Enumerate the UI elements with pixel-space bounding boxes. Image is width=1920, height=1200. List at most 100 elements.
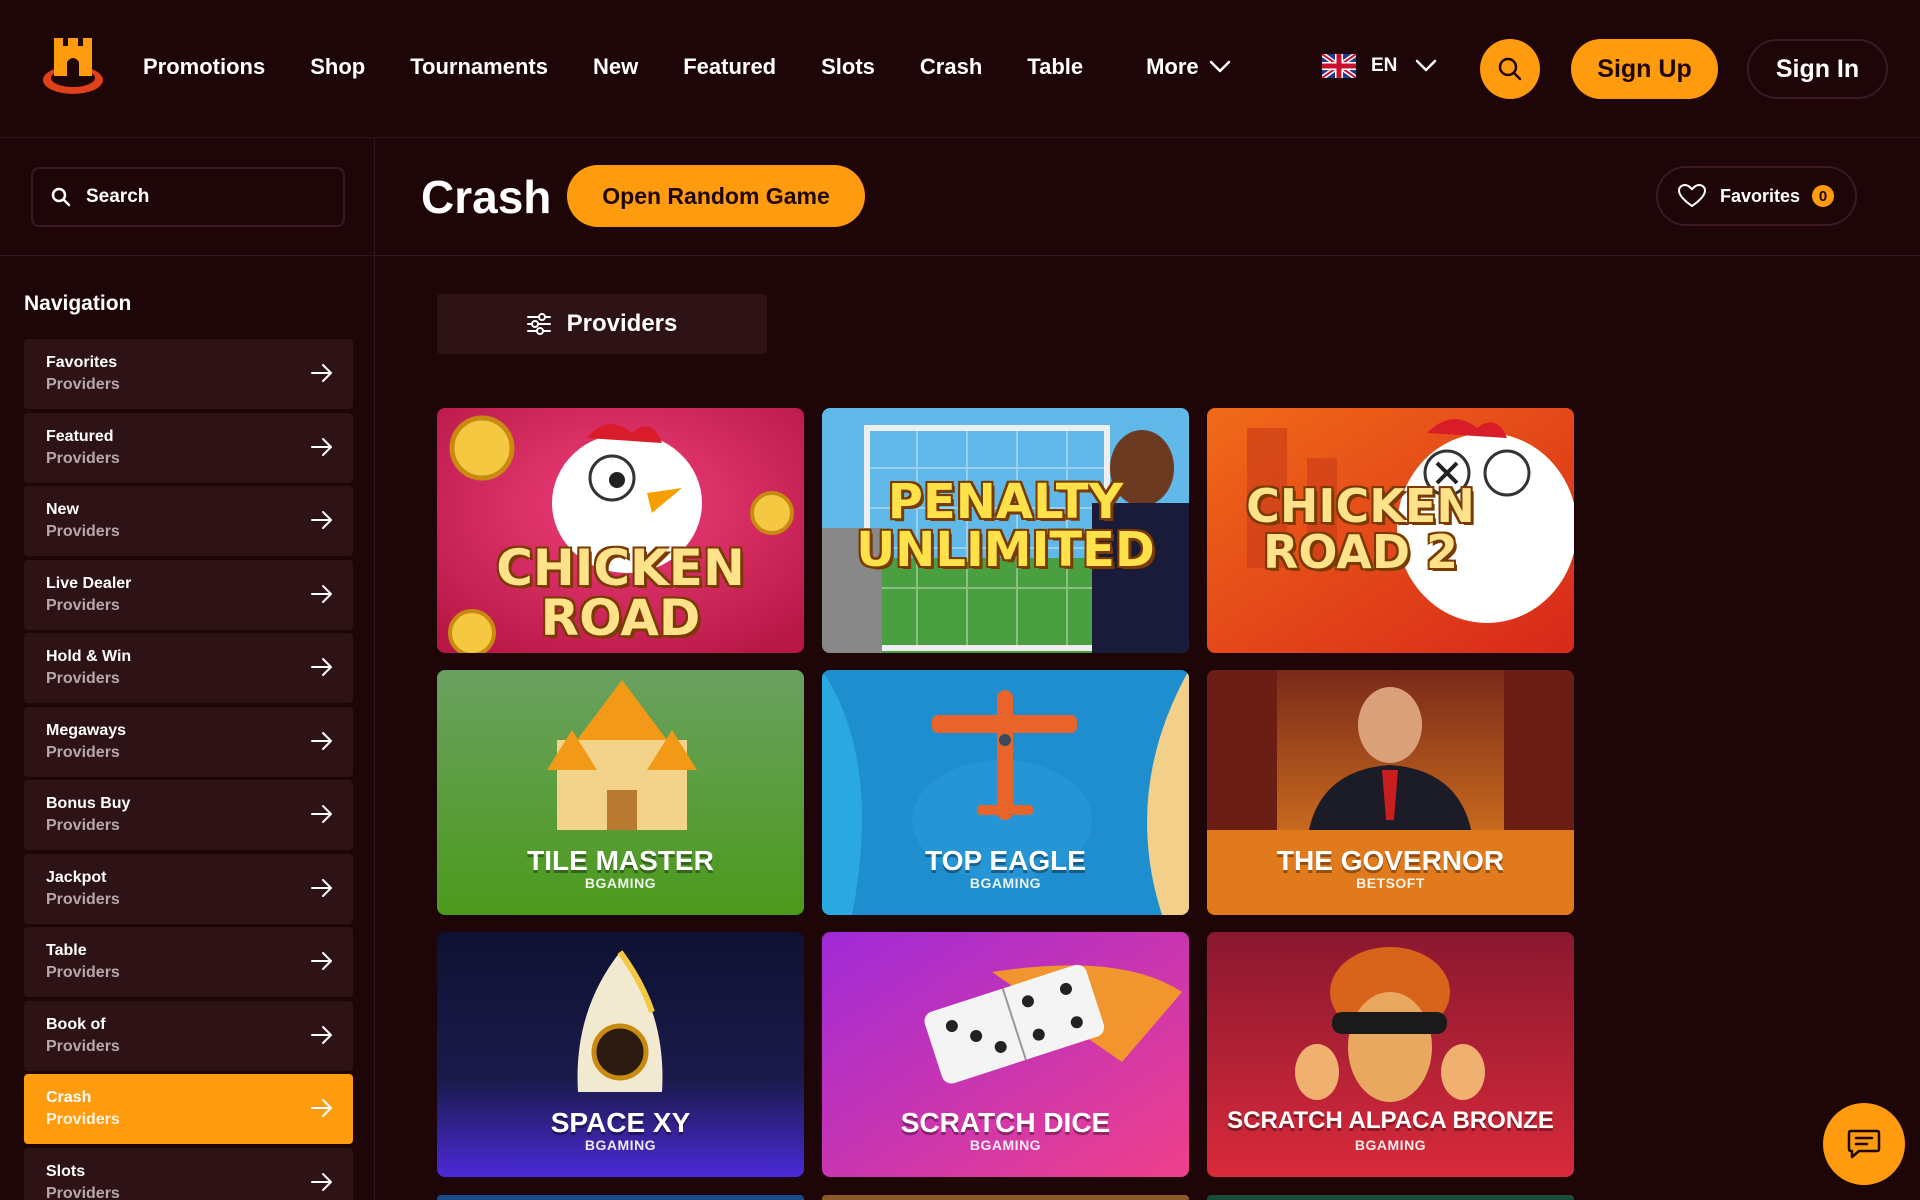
- arrow-right-icon: [311, 878, 332, 897]
- sidebar-item-favorites[interactable]: Favorites Providers: [24, 339, 353, 409]
- sidebar-item-label: New: [46, 501, 79, 518]
- game-card-partial[interactable]: [437, 1195, 804, 1200]
- arrow-right-icon: [311, 1025, 332, 1044]
- arrow-right-icon: [311, 364, 332, 382]
- sidebar-item-table[interactable]: Table Providers: [24, 927, 353, 997]
- sidebar-item-featured[interactable]: Featured Providers: [24, 412, 353, 483]
- sidebar-item-live-dealer[interactable]: Live Dealer Providers: [24, 559, 353, 630]
- game-title: PENALTY UNLIMITED: [856, 474, 1155, 578]
- game-card-space-xy[interactable]: SPACE XY BGAMING: [437, 932, 804, 1177]
- sidebar-item-label: Slots: [46, 1162, 86, 1180]
- sidebar-item-jackpot[interactable]: Jackpot Providers: [24, 853, 353, 924]
- sidebar-item-crash[interactable]: Crash Providers: [24, 1074, 353, 1144]
- sidebar-search-input[interactable]: Search: [31, 167, 345, 227]
- game-provider: BGAMING: [1354, 1137, 1427, 1153]
- arrow-right-icon: [311, 952, 332, 970]
- game-title: SPACE XY: [550, 1107, 691, 1138]
- chat-support-button[interactable]: [1823, 1103, 1905, 1185]
- game-title: SCRATCH ALPACA BRONZE: [1227, 1107, 1554, 1134]
- sidebar-item-label: Live Dealer: [46, 574, 132, 592]
- main-nav: Promotions Shop Tournaments New Featured…: [143, 54, 1231, 80]
- arrow-right-icon: [311, 805, 332, 823]
- game-card-scratch-dice[interactable]: SCRATCH DICE BGAMING: [822, 932, 1189, 1177]
- game-provider: BGAMING: [584, 875, 657, 891]
- sidebar-item-hold-win[interactable]: Hold & Win Providers: [24, 633, 353, 703]
- nav-new[interactable]: New: [593, 54, 638, 80]
- sidebar-item-sublabel: Providers: [46, 1111, 120, 1128]
- nav-crash[interactable]: Crash: [920, 54, 982, 80]
- nav-more-dropdown[interactable]: More: [1146, 54, 1231, 80]
- nav-featured[interactable]: Featured: [683, 54, 776, 80]
- search-icon: [1498, 57, 1522, 81]
- sidebar-item-sublabel: Providers: [46, 1184, 120, 1200]
- sidebar-item-book-of[interactable]: Book of Providers: [24, 1000, 353, 1071]
- sign-in-button[interactable]: Sign In: [1747, 39, 1888, 99]
- sidebar-item-new[interactable]: New Providers: [24, 486, 353, 556]
- game-title: SCRATCH DICE: [900, 1107, 1111, 1138]
- top-header: Promotions Shop Tournaments New Featured…: [0, 0, 1920, 138]
- sidebar-item-sublabel: Providers: [46, 817, 120, 834]
- filter-sliders-icon: [526, 313, 551, 335]
- heart-icon: [1678, 184, 1706, 207]
- game-card-top-eagle[interactable]: TOP EAGLE BGAMING: [822, 670, 1189, 915]
- sidebar-item-label: Bonus Buy: [46, 795, 131, 812]
- game-provider: BETSOFT: [1356, 875, 1425, 891]
- chevron-down-icon: [1209, 60, 1230, 73]
- favorites-button[interactable]: Favorites 0: [1656, 166, 1857, 226]
- favorites-label: Favorites: [1720, 185, 1801, 206]
- game-card-penalty-unlimited[interactable]: PENALTY UNLIMITED: [822, 408, 1189, 653]
- sidebar-item-sublabel: Providers: [46, 449, 120, 467]
- sidebar: Search Navigation Favorites Providers Fe…: [0, 138, 375, 1200]
- open-random-game-button[interactable]: Open Random Game: [567, 165, 865, 227]
- nav-table[interactable]: Table: [1027, 54, 1083, 80]
- game-card-partial[interactable]: [1207, 1195, 1574, 1200]
- nav-tournaments[interactable]: Tournaments: [410, 54, 548, 80]
- game-card-the-governor[interactable]: THE GOVERNOR BETSOFT: [1207, 670, 1574, 915]
- game-card-scratch-alpaca-bronze[interactable]: SCRATCH ALPACA BRONZE BGAMING: [1207, 932, 1574, 1177]
- navigation-heading: Navigation: [24, 292, 132, 315]
- logo-castle-icon[interactable]: [40, 32, 106, 98]
- favorites-count-badge: 0: [1812, 185, 1835, 207]
- chevron-down-icon: [1416, 59, 1437, 72]
- sidebar-item-label: Book of: [46, 1015, 106, 1033]
- sidebar-item-bonus-buy[interactable]: Bonus Buy Providers: [24, 780, 353, 850]
- nav-shop[interactable]: Shop: [310, 54, 365, 80]
- providers-filter-button[interactable]: Providers: [437, 294, 767, 354]
- sidebar-item-sublabel: Providers: [46, 743, 120, 761]
- nav-more-label: More: [1146, 54, 1199, 79]
- search-placeholder: Search: [86, 186, 150, 207]
- game-card-tile-master[interactable]: TILE MASTER BGAMING: [437, 670, 804, 915]
- nav-promotions[interactable]: Promotions: [143, 54, 265, 80]
- sidebar-item-sublabel: Providers: [46, 596, 120, 614]
- header-search-button[interactable]: [1480, 39, 1540, 99]
- sidebar-item-label: Hold & Win: [46, 648, 132, 665]
- game-provider: BGAMING: [969, 1137, 1042, 1153]
- sidebar-item-megaways[interactable]: Megaways Providers: [24, 706, 353, 777]
- game-card-chicken-road-2[interactable]: CHICKEN ROAD 2: [1207, 408, 1574, 653]
- sidebar-item-label: Favorites: [46, 354, 118, 371]
- sidebar-item-slots[interactable]: Slots Providers: [24, 1147, 353, 1200]
- chat-icon: [1847, 1129, 1881, 1159]
- arrow-right-icon: [311, 437, 332, 456]
- sidebar-item-label: Megaways: [46, 721, 127, 739]
- sidebar-category-list: Favorites Providers Featured Providers N…: [24, 339, 353, 1200]
- sidebar-divider: [0, 255, 375, 256]
- game-title: TILE MASTER: [527, 845, 714, 876]
- arrow-right-icon: [311, 1172, 332, 1191]
- main-divider: [375, 255, 1920, 256]
- game-card-chicken-road[interactable]: CHICKEN ROAD: [437, 408, 804, 653]
- game-card-partial[interactable]: [822, 1195, 1189, 1200]
- sidebar-item-sublabel: Providers: [46, 670, 120, 687]
- sidebar-item-sublabel: Providers: [46, 890, 120, 908]
- providers-label: Providers: [566, 310, 678, 337]
- sidebar-item-label: Featured: [46, 427, 114, 445]
- sign-up-button[interactable]: Sign Up: [1571, 39, 1718, 99]
- sidebar-item-label: Table: [46, 942, 87, 959]
- search-icon: [51, 187, 71, 207]
- game-title: CHICKEN ROAD 2: [1246, 479, 1475, 579]
- language-selector[interactable]: EN: [1322, 54, 1437, 78]
- sidebar-item-label: Jackpot: [46, 868, 107, 886]
- game-provider: BGAMING: [584, 1137, 657, 1153]
- game-title: TOP EAGLE: [925, 845, 1086, 876]
- nav-slots[interactable]: Slots: [821, 54, 875, 80]
